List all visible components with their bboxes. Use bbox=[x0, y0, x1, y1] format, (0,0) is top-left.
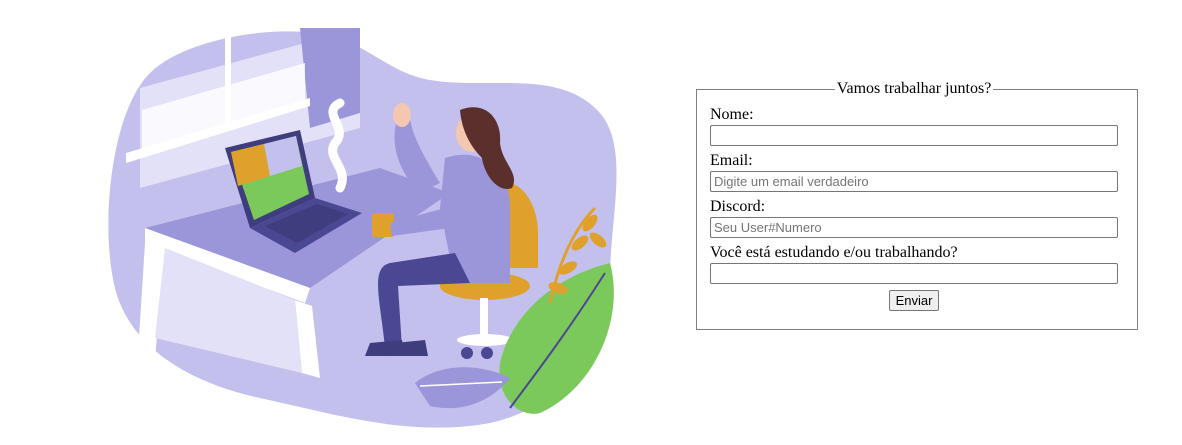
contact-form: Vamos trabalhar juntos? Nome: Email: Dis… bbox=[696, 80, 1138, 330]
video-call-illustration bbox=[108, 28, 617, 428]
occupation-label: Você está estudando e/ou trabalhando? bbox=[710, 244, 958, 261]
form-legend: Vamos trabalhar juntos? bbox=[836, 80, 992, 97]
discord-input[interactable] bbox=[710, 217, 1118, 238]
occupation-input[interactable] bbox=[710, 263, 1118, 284]
email-input[interactable] bbox=[710, 171, 1118, 192]
contact-fieldset: Vamos trabalhar juntos? Nome: Email: Dis… bbox=[696, 80, 1138, 330]
submit-button[interactable]: Enviar bbox=[888, 290, 940, 311]
chair-wheel-a bbox=[461, 347, 473, 359]
chair-base bbox=[457, 334, 513, 346]
chair-wheel-b bbox=[481, 347, 493, 359]
window-bar bbox=[225, 36, 231, 132]
name-input[interactable] bbox=[710, 125, 1118, 146]
hand-raised bbox=[393, 103, 411, 127]
contact-form-container: Vamos trabalhar juntos? Nome: Email: Dis… bbox=[696, 80, 1138, 330]
name-label: Nome: bbox=[710, 106, 754, 123]
chair-post bbox=[480, 298, 488, 338]
submit-row: Enviar bbox=[710, 290, 1118, 311]
email-label: Email: bbox=[710, 152, 753, 169]
discord-label: Discord: bbox=[710, 198, 766, 215]
